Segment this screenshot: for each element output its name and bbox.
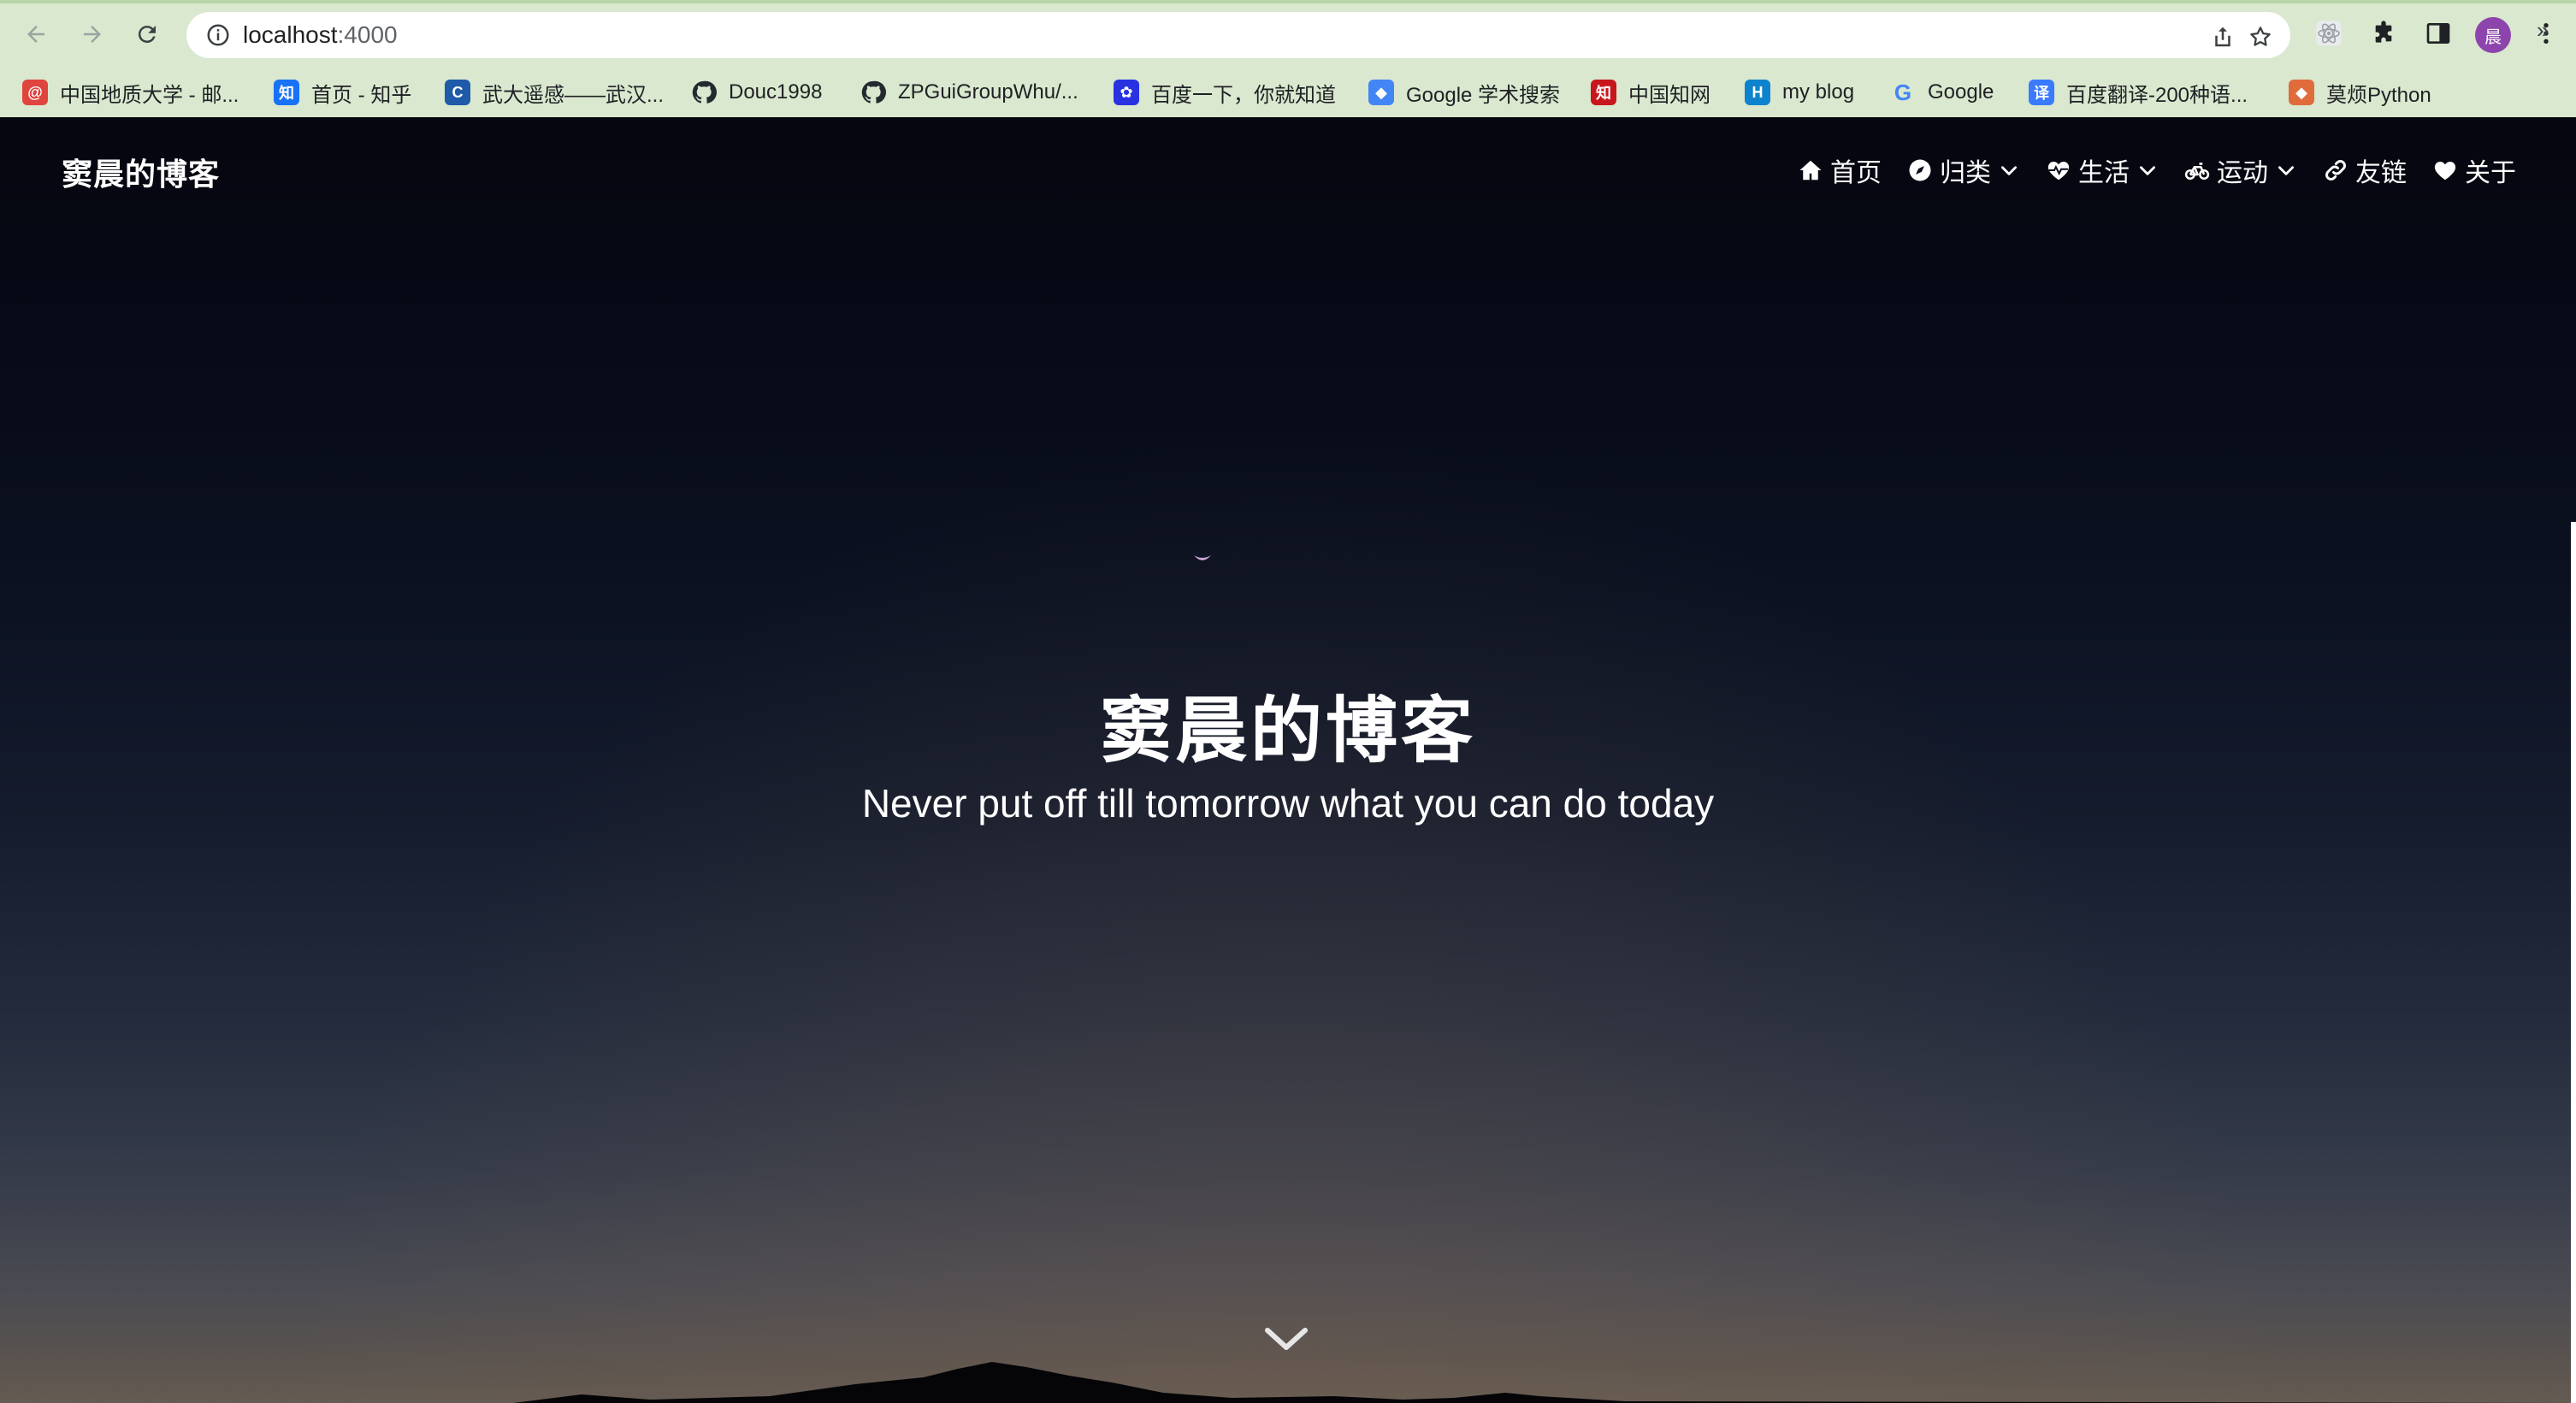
link-icon (2325, 160, 2346, 181)
google-icon: G (1894, 79, 1912, 105)
address-bar[interactable]: localhost:4000 (186, 12, 2290, 58)
side-panel-button[interactable] (2424, 19, 2453, 48)
hexo-icon: H (1745, 80, 1770, 105)
reload-button[interactable] (128, 15, 166, 53)
nav-item[interactable]: 关于 (2432, 151, 2516, 189)
bookmark-label: 武大遥感——武汉... (482, 83, 665, 107)
heart-icon (2434, 162, 2456, 181)
bookmark-label: my blog (1782, 80, 1855, 104)
bookmark-item[interactable]: ◆ 莫烦Python (2289, 77, 2431, 108)
github-icon (691, 80, 717, 105)
hero-subtitle: Never put off till tomorrow what you can… (861, 781, 1715, 826)
share-icon[interactable] (2210, 24, 2236, 50)
forward-button[interactable] (74, 15, 111, 53)
nav-item[interactable]: 运动 (2184, 151, 2297, 189)
extensions-button[interactable] (2369, 19, 2398, 48)
crescent-moon-image (1194, 555, 1211, 560)
mofan-icon: ◆ (2289, 80, 2314, 105)
home-icon (1799, 160, 1822, 181)
bookmark-item[interactable]: 译百度翻译-200种语... (2029, 77, 2248, 108)
nav-item-label: 友链 (2355, 159, 2407, 187)
baidu-icon: ✿ (1114, 80, 1139, 105)
bookmark-item[interactable]: Douc1998 (691, 77, 822, 108)
nav-item-label: 归类 (1940, 159, 1991, 187)
chevron-down-icon (2001, 166, 2017, 175)
baidu-translate-icon: 译 (2029, 80, 2054, 105)
compass-icon (1909, 159, 1931, 181)
bookmark-label: 首页 - 知乎 (311, 83, 412, 107)
bicycle-icon (2184, 163, 2210, 180)
puzzle-icon (2375, 21, 2392, 43)
zhihu-icon: 知 (274, 80, 299, 105)
bookmark-label: Google 学术搜索 (1406, 83, 1561, 107)
react-icon (2316, 21, 2342, 46)
mail-icon: @ (22, 80, 48, 105)
reload-icon (138, 26, 156, 44)
bookmark-item[interactable]: ◆ Google 学术搜索 (1368, 77, 1560, 108)
bookmark-label: ZPGuiGroupWhu/... (898, 80, 1078, 104)
nav-item[interactable]: 生活 (2046, 151, 2159, 189)
forward-arrow-icon (84, 26, 101, 43)
url-host: localhost (243, 21, 338, 48)
hero-banner: 窦晨的博客 首页 归类 生活 运动 友链 关于 窦晨的博客 Never put off t… (0, 117, 2576, 1403)
nav-item-label: 运动 (2217, 159, 2268, 187)
nav-item-label: 生活 (2078, 159, 2130, 187)
site-navbar: 首页 归类 生活 运动 友链 关于 (1798, 153, 2516, 187)
scrollbar-edge (2571, 522, 2576, 1403)
bookmark-item[interactable]: ✿ 百度一下，你就知道 (1114, 77, 1336, 108)
github-icon (860, 80, 886, 105)
nav-item[interactable]: 友链 (2323, 151, 2407, 189)
scholar-icon: ◆ (1368, 80, 1394, 105)
url-port: :4000 (337, 21, 398, 48)
site-info-icon[interactable] (205, 22, 231, 48)
side-panel-icon (2426, 23, 2450, 44)
bookmark-label: 中国知网 (1628, 83, 1710, 107)
bookmark-star-icon[interactable] (2248, 24, 2273, 50)
bookmark-item[interactable]: G Google (1890, 77, 1994, 108)
nav-item-label: 关于 (2465, 159, 2516, 187)
bookmark-item[interactable]: @ 中国地质大学 - 邮... (22, 77, 239, 108)
back-button[interactable] (17, 15, 55, 53)
bookmark-item[interactable]: ZPGuiGroupWhu/... (860, 77, 1078, 108)
bookmark-label: 百度一下，你就知道 (1151, 83, 1336, 107)
browser-toolbar: localhost:4000 晨 (0, 3, 2576, 67)
react-devtools-extension[interactable] (2314, 19, 2343, 48)
bookmark-label: 百度翻译-200种语... (2066, 83, 2248, 107)
site-brand[interactable]: 窦晨的博客 (62, 150, 220, 194)
bookmarks-bar: @ 中国地质大学 - 邮... 知首页 - 知乎 C 武大遥感——武汉... Douc19… (0, 68, 2576, 116)
bookmark-item[interactable]: 知中国知网 (1591, 77, 1710, 108)
nav-item[interactable]: 首页 (1798, 151, 1882, 189)
hero-title: 窦晨的博客 (1099, 690, 1476, 771)
bookmark-label: Douc1998 (729, 80, 823, 104)
back-arrow-icon (27, 26, 44, 43)
cnki-icon: 知 (1591, 80, 1616, 105)
bookmarks-overflow-button[interactable]: » (2537, 17, 2549, 44)
url-text[interactable]: localhost:4000 (243, 22, 398, 48)
bookmark-label: 中国地质大学 - 邮... (60, 83, 239, 107)
bookmark-item[interactable]: 知首页 - 知乎 (274, 77, 411, 108)
browser-chrome: localhost:4000 晨 @ 中国地质大学 - 邮... 知 首页 - … (0, 0, 2576, 117)
nav-item[interactable]: 归类 (1907, 151, 2020, 189)
bookmark-label: Google (1928, 80, 1994, 104)
bookmark-label: 莫烦Python (2326, 83, 2431, 107)
whu-icon: C (445, 80, 470, 105)
chevron-down-icon (2140, 166, 2155, 175)
nav-item-label: 首页 (1830, 159, 1882, 187)
profile-avatar[interactable]: 晨 (2475, 17, 2511, 53)
bookmark-item[interactable]: Hmy blog (1745, 77, 1854, 108)
scroll-down-chevron-icon[interactable] (1262, 1322, 1310, 1356)
chevron-down-icon (2278, 166, 2294, 175)
bookmark-item[interactable]: C 武大遥感——武汉... (445, 77, 664, 108)
heartbeat-icon (2047, 162, 2070, 181)
